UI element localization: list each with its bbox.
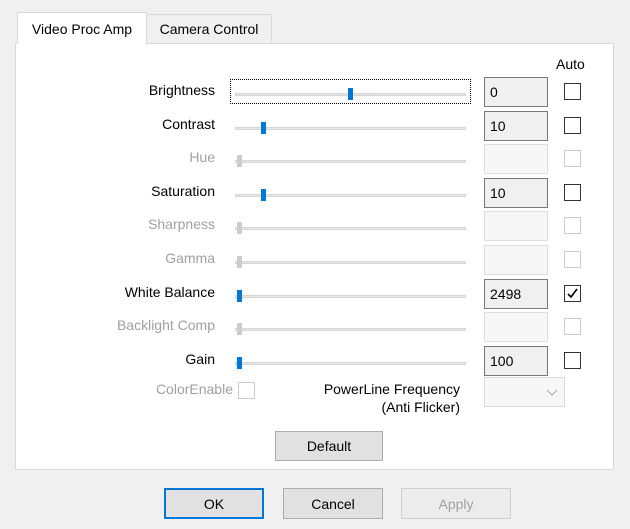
auto-checkbox-gain[interactable] [564, 351, 581, 369]
label-gamma: Gamma [165, 250, 215, 266]
slider-saturation[interactable] [235, 193, 466, 197]
slider-contrast[interactable] [235, 126, 466, 130]
slider-hue[interactable] [235, 160, 466, 164]
value-box-contrast[interactable]: 10 [484, 110, 548, 141]
ok-button[interactable]: OK [164, 488, 264, 519]
focus-rectangle [230, 79, 471, 104]
value-box-saturation[interactable]: 10 [484, 177, 548, 208]
slider-thumb-contrast[interactable] [261, 121, 267, 134]
label-white-balance: White Balance [124, 283, 215, 300]
value-box-sharpness[interactable] [484, 211, 548, 242]
slider-sharpness[interactable] [235, 227, 466, 231]
slider-thumb-white-balance[interactable] [237, 289, 242, 302]
default-button[interactable]: Default [275, 431, 383, 461]
label-brightness: Brightness [148, 82, 215, 98]
label-sharpness: Sharpness [148, 216, 215, 233]
auto-checkbox-contrast[interactable] [564, 116, 581, 134]
slider-thumb-saturation[interactable] [261, 188, 267, 201]
property-panel: Auto Brightness 0 Contrast 10 Hue Saturation 1… [15, 43, 614, 470]
label-contrast: Contrast [162, 115, 215, 132]
chevron-down-icon [546, 389, 558, 396]
powerline-frequency-select[interactable] [484, 377, 565, 407]
slider-backlight-comp[interactable] [235, 328, 466, 332]
auto-checkbox-gamma[interactable] [564, 251, 581, 268]
auto-checkbox-saturation[interactable] [564, 183, 581, 201]
label-backlight-comp: Backlight Comp [116, 317, 215, 334]
tab-video-proc-amp[interactable]: Video Proc Amp [17, 12, 147, 44]
slider-thumb-backlight-comp[interactable] [237, 323, 242, 336]
auto-checkbox-white-balance[interactable] [564, 284, 581, 302]
value-box-brightness[interactable]: 0 [484, 77, 548, 107]
slider-gain[interactable] [235, 361, 466, 365]
auto-checkbox-sharpness[interactable] [564, 217, 581, 235]
slider-white-balance[interactable] [235, 294, 466, 298]
apply-button[interactable]: Apply [401, 488, 511, 519]
slider-gamma[interactable] [235, 261, 466, 264]
label-hue: Hue [189, 149, 215, 166]
label-gain: Gain [185, 350, 215, 367]
color-enable-label: ColorEnable [155, 381, 233, 397]
label-saturation: Saturation [151, 182, 215, 199]
auto-checkbox-backlight-comp[interactable] [564, 318, 581, 336]
slider-thumb-hue[interactable] [237, 155, 242, 168]
value-box-white-balance[interactable]: 2498 [484, 278, 548, 309]
powerline-label-line2: (Anti Flicker) [381, 399, 460, 415]
auto-column-header: Auto [556, 56, 585, 72]
value-box-gain[interactable]: 100 [484, 345, 548, 376]
checkmark-icon [567, 288, 578, 298]
color-enable-checkbox[interactable] [238, 382, 255, 399]
auto-checkbox-brightness[interactable] [564, 83, 581, 100]
value-box-gamma[interactable] [484, 245, 548, 275]
slider-thumb-sharpness[interactable] [237, 222, 242, 235]
value-box-backlight-comp[interactable] [484, 312, 548, 343]
powerline-label-line1: PowerLine Frequency [323, 381, 460, 397]
slider-thumb-gain[interactable] [237, 356, 242, 369]
value-box-hue[interactable] [484, 144, 548, 175]
slider-thumb-gamma[interactable] [237, 256, 242, 268]
tab-camera-control[interactable]: Camera Control [146, 14, 272, 42]
cancel-button[interactable]: Cancel [283, 488, 383, 519]
auto-checkbox-hue[interactable] [564, 150, 581, 168]
